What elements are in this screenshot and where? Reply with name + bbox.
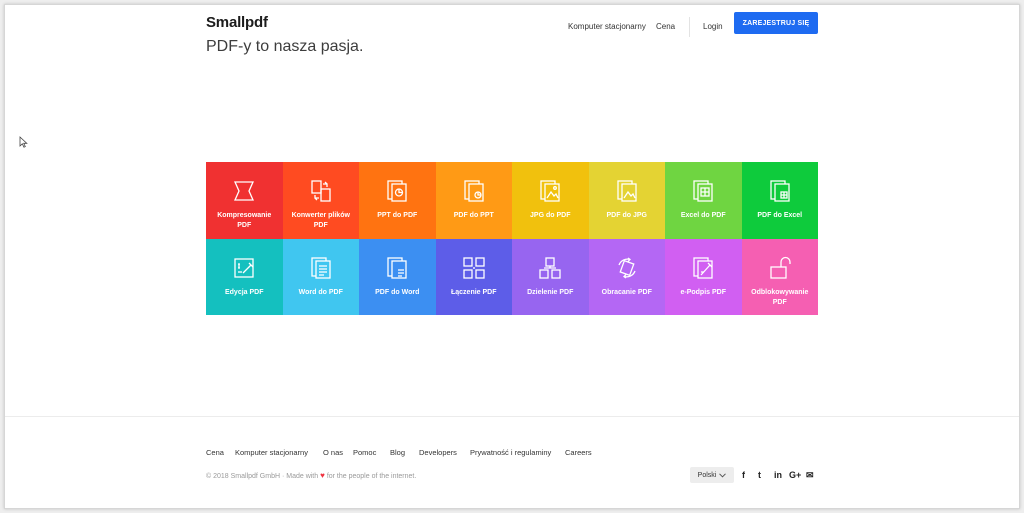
tool-label: Obracanie PDF	[601, 288, 652, 296]
rotate-icon	[618, 256, 636, 279]
nav-desktop-link[interactable]: Komputer stacjonarny	[568, 22, 646, 31]
tool-tile-convert[interactable]: Konwerter plików PDF	[282, 162, 359, 239]
footer-link-privacy[interactable]: Prywatność i regulaminy	[470, 448, 551, 457]
google-plus-icon[interactable]: G+	[789, 470, 801, 480]
page-title: PDF-y to nasza pasja.	[206, 38, 364, 55]
tool-tile-pdf-to-jpg[interactable]: PDF do JPG	[588, 162, 665, 239]
tool-tile-edit[interactable]: Edycja PDF	[206, 238, 283, 315]
footer-link-desktop[interactable]: Komputer stacjonarny	[235, 448, 308, 457]
copyright-text: © 2018 Smallpdf GmbH · Made with ♥ for t…	[206, 471, 416, 480]
copyright-prefix: © 2018 Smallpdf GmbH · Made with	[206, 473, 319, 480]
tool-tile-esign[interactable]: e-Podpis PDF	[665, 238, 742, 315]
footer-link-developers[interactable]: Developers	[419, 448, 457, 457]
pdf-to-jpg-icon	[617, 180, 637, 202]
mouse-cursor-icon	[19, 136, 28, 148]
convert-icon	[311, 180, 331, 202]
merge-icon	[463, 256, 485, 279]
unlock-icon	[770, 256, 791, 279]
tool-tile-merge[interactable]: Łączenie PDF	[435, 238, 512, 315]
tool-tile-ppt-to-pdf[interactable]: PPT do PDF	[359, 162, 436, 239]
footer-link-careers[interactable]: Careers	[565, 448, 592, 457]
logo[interactable]: Smallpdf	[206, 14, 268, 31]
footer-link-help[interactable]: Pomoc	[353, 448, 376, 457]
footer-link-price[interactable]: Cena	[206, 448, 224, 457]
tool-label: PDF do JPG	[606, 212, 647, 219]
tool-label: e-Podpis PDF	[680, 288, 726, 296]
tool-label: Edycja PDF	[224, 288, 264, 296]
ppt-icon	[387, 180, 407, 202]
chevron-down-icon	[719, 472, 727, 478]
tool-tile-split[interactable]: Dzielenie PDF	[512, 238, 589, 315]
linkedin-icon[interactable]: in	[774, 470, 782, 480]
tool-label: PDF do PPT	[453, 212, 494, 219]
facebook-icon[interactable]: f	[742, 470, 745, 480]
tool-tile-jpg-to-pdf[interactable]: JPG do PDF	[512, 162, 589, 239]
tool-tile-excel-to-pdf[interactable]: Excel do PDF	[665, 162, 742, 239]
tools-grid: Kompresowanie PDF Konwerter plików PDF P…	[206, 162, 818, 315]
tool-tile-unlock[interactable]: Odblokowywanie PDF	[741, 238, 818, 315]
twitter-icon[interactable]: t	[758, 470, 761, 480]
pdf-to-ppt-icon	[464, 180, 484, 202]
email-icon[interactable]: ✉	[806, 470, 814, 481]
footer-link-blog[interactable]: Blog	[390, 448, 405, 457]
pdf-to-word-icon	[387, 256, 407, 279]
tool-tile-rotate[interactable]: Obracanie PDF	[588, 238, 665, 315]
browser-page: Smallpdf Komputer stacjonarny Cena Login…	[4, 4, 1020, 509]
nav-price-link[interactable]: Cena	[656, 22, 675, 31]
tool-label: PDF do Word	[375, 288, 420, 296]
compress-icon	[234, 181, 255, 201]
signup-button[interactable]: ZAREJESTRUJ SIĘ	[734, 12, 818, 34]
tool-label: PDF do Excel	[757, 212, 803, 219]
tool-label: Excel do PDF	[680, 212, 726, 219]
tool-label: Łączenie PDF	[450, 288, 497, 296]
tool-tile-word-to-pdf[interactable]: Word do PDF	[282, 238, 359, 315]
tool-label: Odblokowywanie PDF	[751, 288, 809, 306]
tool-tile-compress[interactable]: Kompresowanie PDF	[206, 162, 283, 239]
pdf-to-excel-icon	[770, 180, 790, 202]
tool-label: Kompresowanie PDF	[217, 212, 272, 229]
tool-label: Konwerter plików PDF	[291, 212, 350, 229]
tool-tile-pdf-to-excel[interactable]: PDF do Excel	[741, 162, 818, 239]
tool-label: Word do PDF	[298, 288, 343, 296]
nav-login-link[interactable]: Login	[703, 22, 723, 31]
tool-tile-pdf-to-word[interactable]: PDF do Word	[359, 238, 436, 315]
word-icon	[311, 256, 331, 279]
nav-divider	[689, 17, 690, 37]
language-select[interactable]: Polski	[690, 467, 734, 483]
tool-tile-pdf-to-ppt[interactable]: PDF do PPT	[435, 162, 512, 239]
esign-icon	[693, 256, 713, 279]
language-value: Polski	[697, 471, 717, 479]
jpg-icon	[540, 180, 560, 202]
heart-icon: ♥	[320, 471, 325, 480]
tool-label: PPT do PDF	[377, 212, 418, 219]
tool-label: Dzielenie PDF	[527, 288, 574, 296]
split-icon	[539, 256, 561, 279]
edit-icon	[234, 257, 254, 278]
tool-label: JPG do PDF	[530, 212, 571, 219]
footer-divider	[5, 416, 1019, 417]
excel-icon	[693, 180, 713, 202]
footer-link-about[interactable]: O nas	[323, 448, 343, 457]
copyright-suffix: for the people of the internet.	[326, 473, 417, 480]
